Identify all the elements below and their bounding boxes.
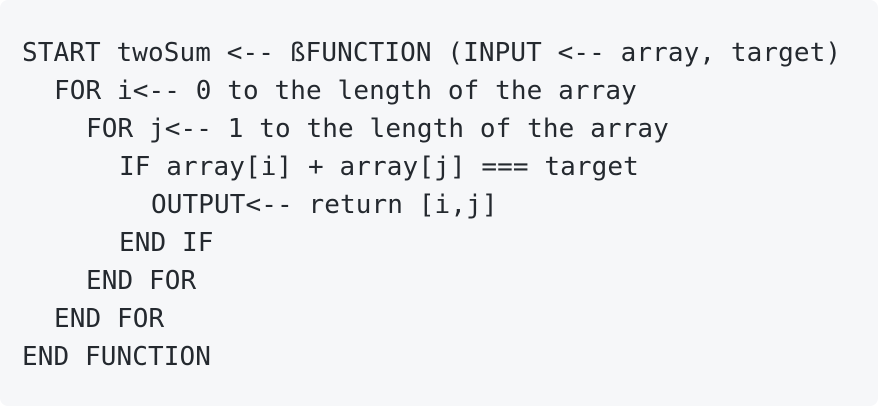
code-line-end-function: END FUNCTION [22,342,212,372]
code-line-for-j: FOR j<-- 1 to the length of the array [86,114,669,144]
code-line-end-if: END IF [119,228,214,258]
pseudocode-block: START twoSum <-- ßFUNCTION (INPUT <-- ar… [0,0,878,406]
code-line-for-i: FOR i<-- 0 to the length of the array [54,76,637,106]
code-line-end-for-outer: END FOR [54,304,165,334]
code-line-end-for-inner: END FOR [86,266,197,296]
code-line-if-condition: IF array[i] + array[j] === target [119,152,639,182]
code-line-start-function: START twoSum <-- ßFUNCTION (INPUT <-- ar… [22,38,842,68]
code-line-output-return: OUTPUT<-- return [i,j] [151,190,498,220]
